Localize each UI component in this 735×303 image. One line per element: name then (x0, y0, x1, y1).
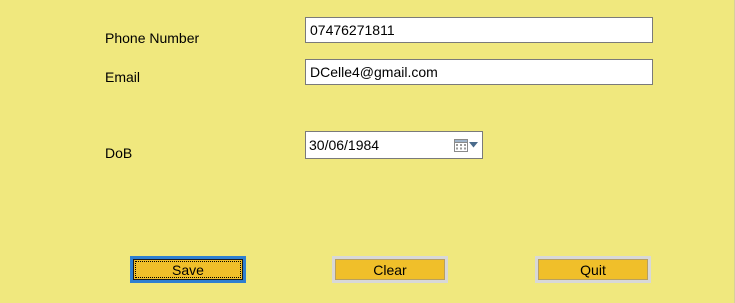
chevron-down-icon (469, 142, 478, 148)
quit-button[interactable]: Quit (535, 256, 651, 283)
phone-number-field[interactable] (305, 17, 653, 43)
form-panel: Phone Number Email DoB 30/06/1984 (0, 0, 735, 303)
calendar-icon (454, 138, 468, 152)
save-button[interactable]: Save (130, 256, 246, 283)
calendar-dropdown-button[interactable] (454, 138, 482, 152)
dob-value: 30/06/1984 (309, 137, 380, 153)
dob-date-picker[interactable]: 30/06/1984 (305, 131, 483, 159)
phone-number-label: Phone Number (105, 30, 200, 46)
clear-button[interactable]: Clear (332, 256, 448, 283)
email-label: Email (105, 69, 141, 85)
email-field[interactable] (305, 59, 653, 85)
dob-label: DoB (105, 145, 133, 161)
